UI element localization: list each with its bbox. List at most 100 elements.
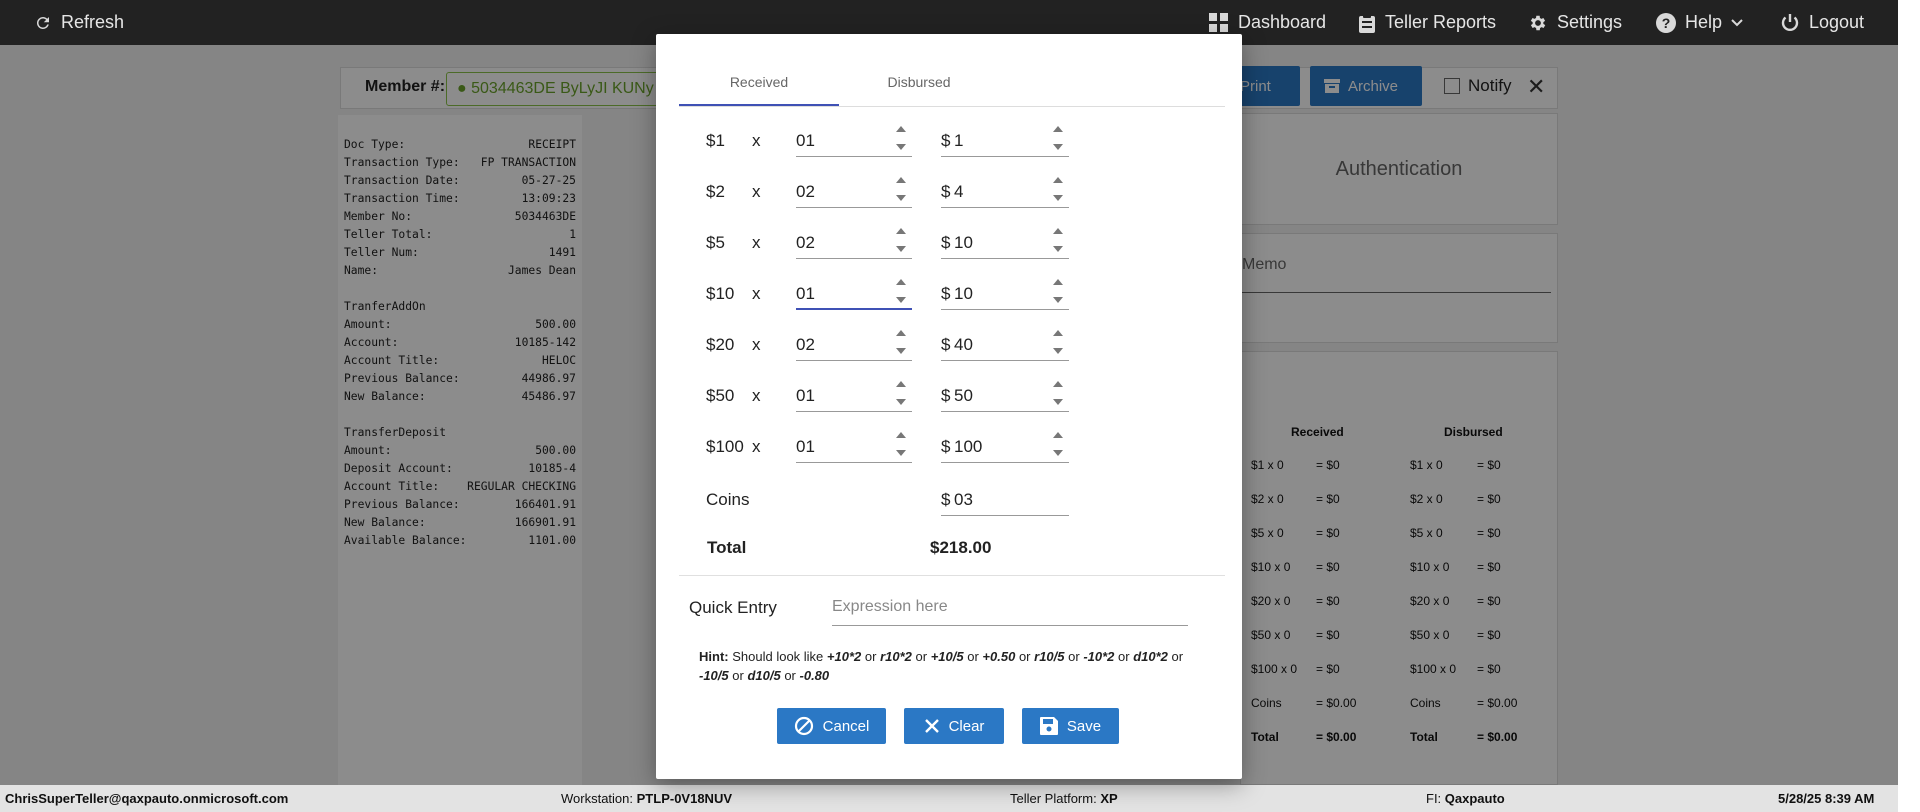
amount-stepper[interactable] — [1051, 378, 1065, 408]
times-sign: x — [752, 284, 761, 303]
denomination-label: $50 — [706, 386, 735, 405]
caret-up-icon[interactable] — [896, 177, 906, 183]
caret-up-icon[interactable] — [896, 381, 906, 387]
total-label: Total — [707, 538, 747, 557]
caret-down-icon[interactable] — [1053, 195, 1063, 201]
quantity-input[interactable]: 02 — [796, 223, 912, 259]
amount-stepper[interactable] — [1051, 174, 1065, 204]
caret-down-icon[interactable] — [896, 195, 906, 201]
quantity-stepper[interactable] — [894, 123, 908, 153]
caret-up-icon[interactable] — [1053, 279, 1063, 285]
amount-input[interactable]: $10 — [941, 274, 1069, 310]
amount-stepper[interactable] — [1051, 276, 1065, 306]
quantity-input[interactable]: 01 — [796, 427, 912, 463]
caret-up-icon[interactable] — [1053, 126, 1063, 132]
nav-settings[interactable]: Settings — [1528, 0, 1622, 45]
amount-input[interactable]: $50 — [941, 376, 1069, 412]
quick-entry-placeholder: Expression here — [832, 598, 948, 615]
quantity-stepper[interactable] — [894, 429, 908, 459]
quantity-input[interactable]: 01 — [796, 274, 912, 310]
tab-received[interactable]: Received — [679, 74, 839, 90]
caret-up-icon[interactable] — [896, 228, 906, 234]
amount-stepper[interactable] — [1051, 225, 1065, 255]
caret-down-icon[interactable] — [896, 144, 906, 150]
quantity-value: 01 — [796, 284, 815, 303]
refresh-button[interactable]: Refresh — [34, 0, 124, 45]
caret-down-icon[interactable] — [1053, 144, 1063, 150]
caret-up-icon[interactable] — [896, 330, 906, 336]
quantity-stepper[interactable] — [894, 378, 908, 408]
nav-help-label: Help — [1685, 12, 1723, 32]
nav-dashboard-label: Dashboard — [1238, 12, 1327, 32]
caret-up-icon[interactable] — [1053, 381, 1063, 387]
caret-down-icon[interactable] — [896, 348, 906, 354]
caret-down-icon[interactable] — [1053, 246, 1063, 252]
caret-up-icon[interactable] — [1053, 432, 1063, 438]
caret-down-icon[interactable] — [1053, 399, 1063, 405]
caret-up-icon[interactable] — [1053, 177, 1063, 183]
active-tab-indicator — [679, 104, 839, 106]
amount-value: 40 — [954, 335, 973, 354]
amount-input[interactable]: $40 — [941, 325, 1069, 361]
tab-disbursed[interactable]: Disbursed — [839, 74, 999, 90]
amount-input[interactable]: $1 — [941, 121, 1069, 157]
currency-symbol: $ — [941, 490, 951, 509]
amount-input[interactable]: $100 — [941, 427, 1069, 463]
quantity-value: 02 — [796, 233, 815, 252]
caret-down-icon[interactable] — [896, 246, 906, 252]
denomination-row: $1 x 01 $1 — [706, 121, 1226, 161]
amount-input[interactable]: $10 — [941, 223, 1069, 259]
caret-up-icon[interactable] — [896, 279, 906, 285]
coins-row: Coins $ 03 — [706, 480, 1226, 520]
caret-down-icon[interactable] — [1053, 348, 1063, 354]
hint-label: Hint: — [699, 649, 729, 664]
amount-stepper[interactable] — [1051, 123, 1065, 153]
caret-down-icon[interactable] — [896, 399, 906, 405]
quick-entry-label: Quick Entry — [689, 598, 777, 617]
caret-up-icon[interactable] — [1053, 228, 1063, 234]
hint-or: or — [1118, 649, 1130, 664]
save-button[interactable]: Save — [1022, 708, 1119, 744]
quantity-input[interactable]: 01 — [796, 121, 912, 157]
times-sign: x — [752, 335, 761, 354]
caret-up-icon[interactable] — [896, 432, 906, 438]
currency-symbol: $ — [941, 335, 951, 354]
hint-or: or — [864, 649, 877, 664]
caret-down-icon[interactable] — [896, 297, 906, 303]
quantity-value: 01 — [796, 437, 815, 456]
caret-up-icon[interactable] — [1053, 330, 1063, 336]
quantity-value: 01 — [796, 131, 815, 150]
quantity-input[interactable]: 02 — [796, 172, 912, 208]
clear-button[interactable]: Clear — [904, 708, 1004, 744]
amount-input[interactable]: $4 — [941, 172, 1069, 208]
hint-example: d10/5 — [747, 668, 781, 683]
caret-down-icon[interactable] — [896, 450, 906, 456]
coins-amount-input[interactable]: $ 03 — [941, 480, 1069, 516]
nav-logout[interactable]: Logout — [1780, 0, 1864, 45]
denomination-label: $1 — [706, 131, 725, 150]
amount-stepper[interactable] — [1051, 429, 1065, 459]
quick-entry-input[interactable]: Expression here — [832, 588, 1188, 626]
caret-up-icon[interactable] — [896, 126, 906, 132]
nav-help[interactable]: ? Help — [1656, 0, 1743, 45]
nav-settings-label: Settings — [1557, 12, 1623, 32]
quantity-stepper[interactable] — [894, 276, 908, 306]
caret-down-icon[interactable] — [1053, 450, 1063, 456]
cancel-button[interactable]: Cancel — [777, 708, 886, 744]
caret-down-icon[interactable] — [1053, 297, 1063, 303]
quantity-stepper[interactable] — [894, 225, 908, 255]
total-value: $218.00 — [930, 538, 992, 557]
denomination-row: $5 x 02 $10 — [706, 223, 1226, 263]
quantity-input[interactable]: 01 — [796, 376, 912, 412]
hint-example: r10*2 — [880, 649, 912, 664]
quantity-stepper[interactable] — [894, 327, 908, 357]
times-sign: x — [752, 182, 761, 201]
cancel-label: Cancel — [822, 717, 870, 735]
quantity-stepper[interactable] — [894, 174, 908, 204]
denomination-row: $10 x 01 $10 — [706, 274, 1226, 314]
nav-teller-reports[interactable]: Teller Reports — [1358, 0, 1496, 45]
denomination-row: $100 x 01 $100 — [706, 427, 1226, 467]
quantity-input[interactable]: 02 — [796, 325, 912, 361]
times-sign: x — [752, 386, 761, 405]
amount-stepper[interactable] — [1051, 327, 1065, 357]
